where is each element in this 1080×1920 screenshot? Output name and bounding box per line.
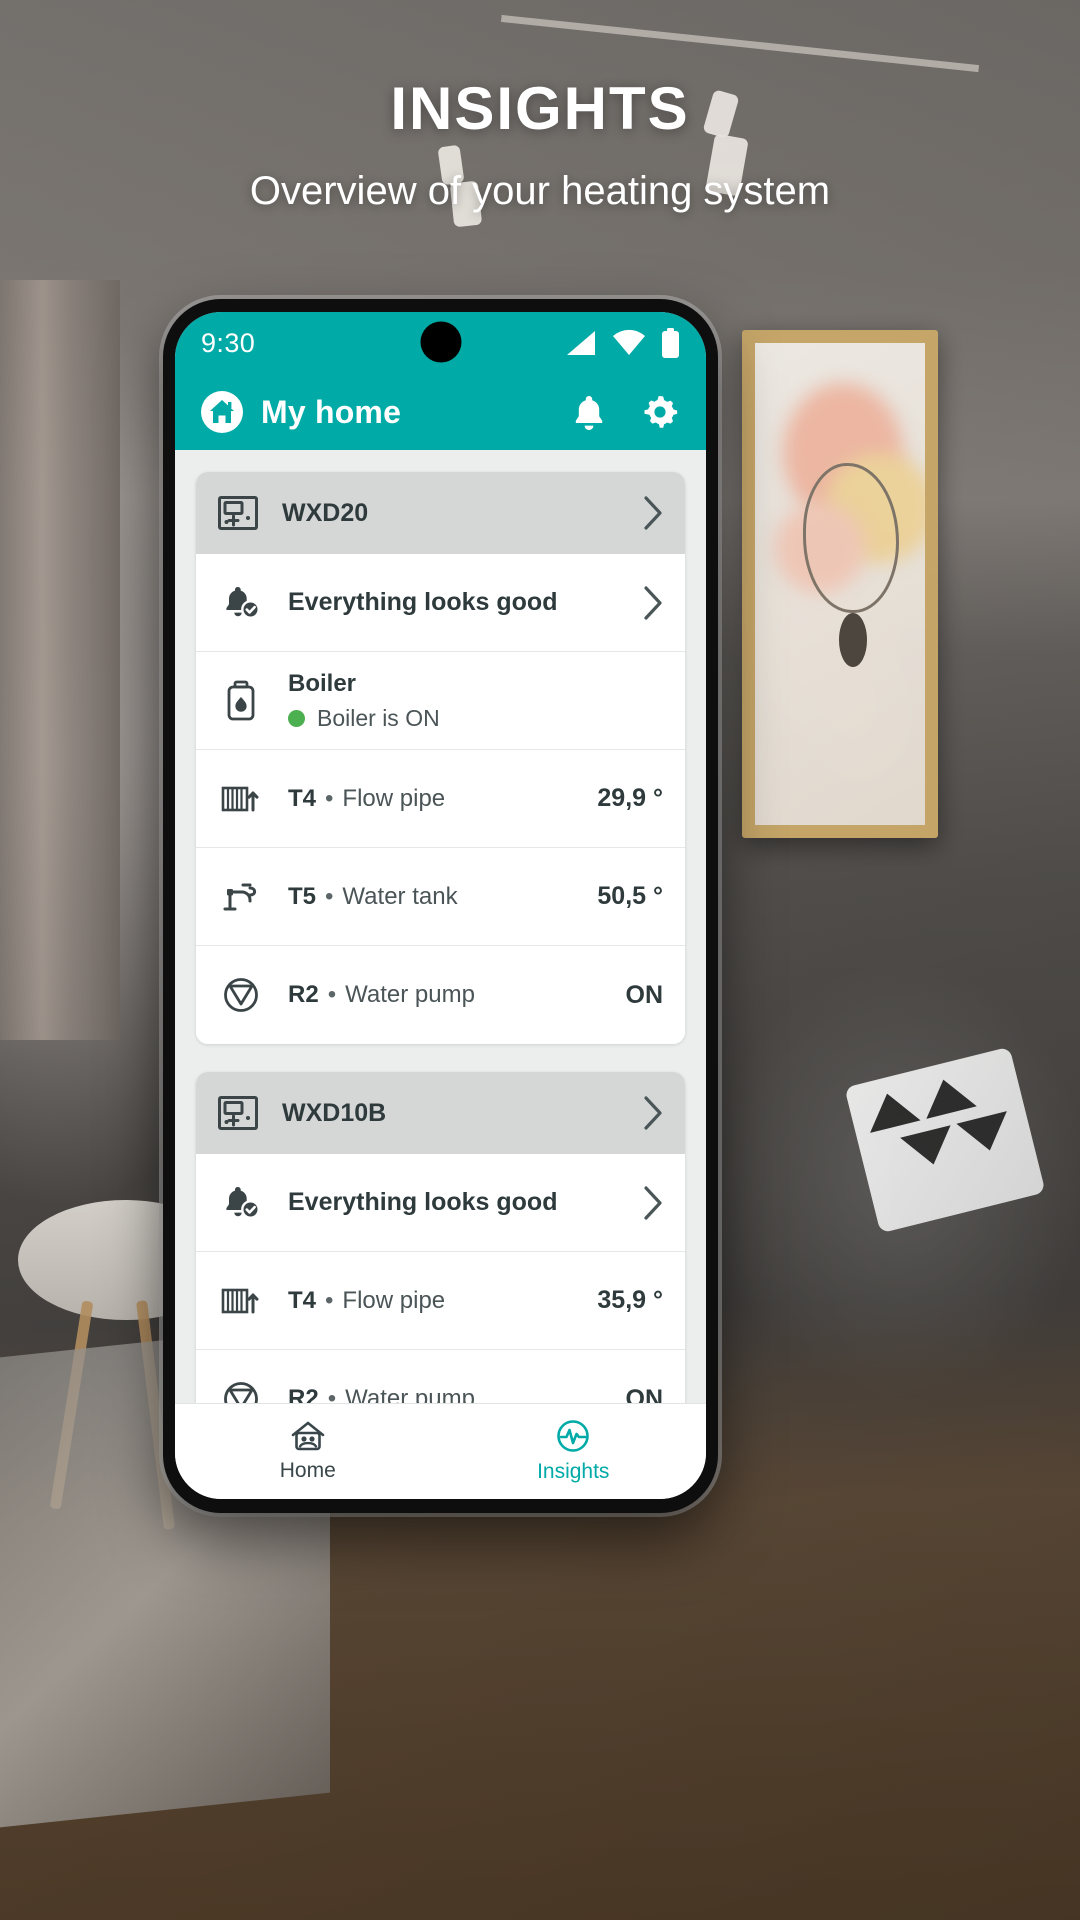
separator: • — [327, 1385, 337, 1404]
device-card-header[interactable]: WXD20 — [196, 472, 685, 554]
device-name: WXD10B — [282, 1098, 387, 1127]
sensor-value: ON — [625, 980, 664, 1009]
boiler-info: Boiler Boiler is ON — [288, 670, 440, 732]
chevron-right-icon[interactable] — [643, 585, 663, 620]
sensor-row[interactable]: R2 • Water pump ON — [196, 946, 685, 1044]
sensor-row[interactable]: T5 • Water tank 50,5 ° — [196, 848, 685, 946]
settings-icon[interactable] — [640, 392, 680, 432]
sensor-label: T4 • Flow pipe — [288, 785, 445, 813]
boiler-title: Boiler — [288, 669, 357, 697]
sensor-name: Water tank — [342, 882, 458, 910]
app-bar-title: My home — [261, 393, 402, 430]
sensor-label: T5 • Water tank — [288, 883, 458, 911]
notifications-icon[interactable] — [572, 393, 606, 431]
chevron-right-icon[interactable] — [643, 1185, 663, 1220]
separator: • — [325, 882, 334, 910]
sensor-label: T4 • Flow pipe — [288, 1287, 445, 1315]
bell-check-icon — [218, 1183, 264, 1223]
separator: • — [325, 1286, 334, 1314]
nav-item-insights[interactable]: Insights — [441, 1419, 707, 1484]
pump-icon — [218, 976, 264, 1014]
status-row-alert[interactable]: Everything looks good — [196, 1154, 685, 1252]
radiator-flow-icon — [218, 1284, 264, 1318]
boiler-icon — [218, 680, 264, 722]
status-icons — [565, 328, 680, 358]
bell-check-icon — [218, 583, 264, 623]
status-clock: 9:30 — [201, 327, 256, 358]
sensor-code: R2 — [288, 981, 319, 1008]
battery-icon — [661, 328, 680, 358]
controller-icon — [218, 496, 258, 530]
wifi-icon — [612, 329, 646, 357]
alert-label: Everything looks good — [288, 588, 558, 616]
sensor-name: Flow pipe — [342, 1286, 446, 1314]
device-name: WXD20 — [282, 498, 369, 527]
status-row-alert[interactable]: Everything looks good — [196, 554, 685, 652]
page-title: INSIGHTS — [390, 75, 690, 142]
home-icon — [201, 391, 243, 433]
faucet-icon — [218, 879, 264, 915]
boiler-status: Boiler is ON — [288, 705, 440, 732]
insights-pulse-icon — [556, 1419, 590, 1453]
controller-icon — [218, 1096, 258, 1130]
sensor-value: 50,5 ° — [597, 882, 663, 910]
separator: • — [327, 981, 337, 1008]
app-bar: My home — [175, 374, 706, 450]
boiler-status-text: Boiler is ON — [317, 704, 440, 731]
sensor-code: T5 — [288, 882, 317, 910]
nav-label-insights: Insights — [537, 1460, 610, 1483]
sensor-value: ON — [625, 1384, 664, 1404]
sensor-row[interactable]: T4 • Flow pipe 29,9 ° — [196, 750, 685, 848]
sensor-code: T4 — [288, 784, 317, 812]
boiler-row[interactable]: Boiler Boiler is ON — [196, 652, 685, 750]
home-outline-icon — [290, 1420, 326, 1452]
status-dot-on — [288, 709, 305, 727]
device-card: WXD20 Everything looks good Boiler Boile… — [196, 472, 685, 1044]
picture-artwork — [755, 343, 925, 825]
app-bar-actions — [572, 392, 680, 432]
radiator-flow-icon — [218, 782, 264, 816]
sensor-name: Water pump — [345, 1385, 475, 1403]
nav-label-home: Home — [279, 1459, 336, 1482]
sensor-label: R2 • Water pump — [288, 1385, 475, 1403]
signal-icon — [565, 329, 597, 357]
sensor-name: Water pump — [345, 981, 475, 1008]
nav-item-home[interactable]: Home — [175, 1420, 441, 1483]
promo-text-block: INSIGHTS Overview of your heating system — [0, 74, 1080, 214]
sensor-row[interactable]: R2 • Water pump ON — [196, 1350, 685, 1403]
status-bar: 9:30 — [175, 312, 706, 374]
sensor-code: R2 — [288, 1385, 319, 1403]
sensor-code: T4 — [288, 1286, 317, 1314]
device-card: WXD10B Everything looks good T4 • Flow p… — [196, 1072, 685, 1403]
bottom-navigation: Home Insights — [175, 1403, 706, 1499]
sensor-label: R2 • Water pump — [288, 981, 475, 1009]
pump-icon — [218, 1380, 264, 1403]
chevron-right-icon[interactable] — [643, 1096, 663, 1130]
device-card-header[interactable]: WXD10B — [196, 1072, 685, 1154]
phone-screen: 9:30 My home WXD20 Everything looks good… — [175, 312, 706, 1499]
sensor-value: 35,9 ° — [597, 1286, 663, 1314]
sensor-name: Flow pipe — [342, 784, 446, 812]
sensor-row[interactable]: T4 • Flow pipe 35,9 ° — [196, 1252, 685, 1350]
page-subtitle: Overview of your heating system — [249, 169, 831, 213]
sensor-value: 29,9 ° — [597, 784, 663, 812]
chevron-right-icon[interactable] — [643, 496, 663, 530]
separator: • — [325, 784, 334, 812]
insights-content: WXD20 Everything looks good Boiler Boile… — [175, 450, 706, 1403]
phone-mockup: 9:30 My home WXD20 Everything looks good… — [163, 299, 718, 1513]
wall-picture-frame — [742, 330, 938, 838]
curtain — [0, 280, 120, 1040]
camera-punch-hole — [420, 321, 461, 363]
alert-label: Everything looks good — [288, 1188, 558, 1216]
